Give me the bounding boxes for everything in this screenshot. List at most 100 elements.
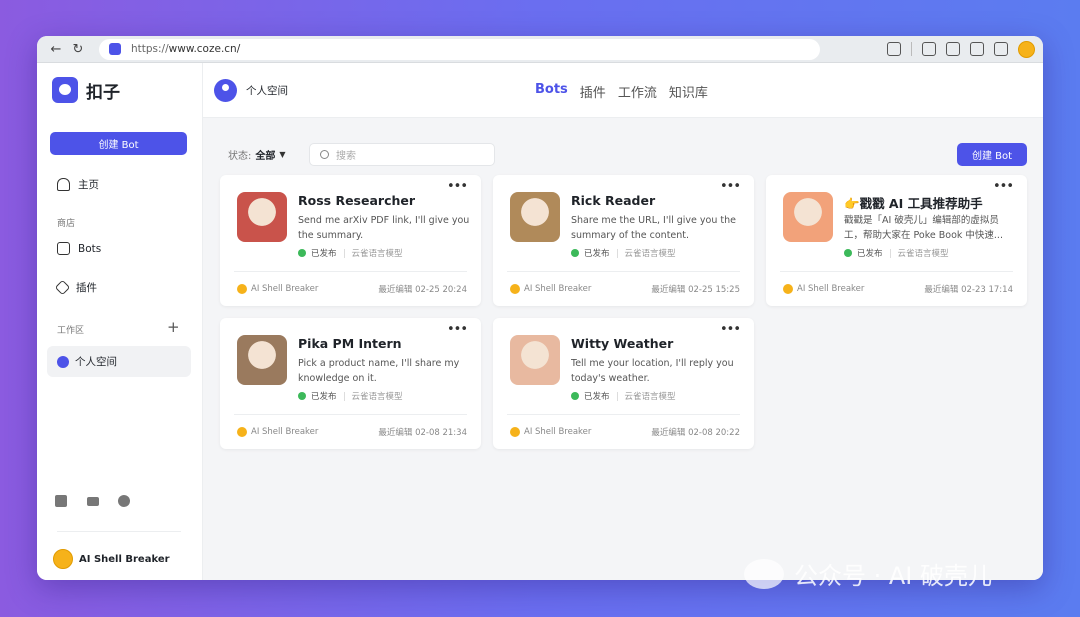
bot-avatar	[237, 335, 287, 385]
home-icon	[57, 178, 70, 191]
tab-plugins[interactable]: 插件	[580, 82, 606, 101]
status-filter-value: 全部	[255, 151, 276, 162]
meta-separator	[616, 391, 618, 401]
published-check-icon	[571, 249, 579, 257]
card-divider	[234, 414, 467, 415]
user-avatar-icon	[214, 79, 237, 102]
bot-card[interactable]: ••• Witty Weather Tell me your location, I…	[493, 318, 754, 449]
avatar	[53, 549, 73, 569]
author-avatar	[237, 284, 247, 294]
more-options-icon[interactable]: •••	[447, 179, 468, 194]
document-icon[interactable]	[55, 495, 67, 507]
reload-icon[interactable]: ↻	[67, 39, 89, 59]
card-author: AI Shell Breaker	[510, 426, 591, 438]
sidebar-item-label: 插件	[76, 282, 97, 294]
collections-icon[interactable]	[970, 42, 984, 56]
watermark-text: 公众号 · AI 破壳儿	[794, 562, 993, 590]
extensions-icon[interactable]	[887, 42, 901, 56]
card-author: AI Shell Breaker	[510, 283, 591, 295]
bot-meta: 已发布 云雀语言模型	[298, 247, 403, 259]
search-input[interactable]: 搜索	[309, 143, 495, 166]
sidebar: 扣子 创建 Bot 主页 商店 Bots 插件 工作区 + 个人空间 AI Sh…	[37, 63, 203, 580]
user-profile[interactable]: AI Shell Breaker	[53, 549, 170, 569]
bot-name: 👉戳戳 AI 工具推荐助手	[844, 196, 983, 211]
status-filter[interactable]: 状态: 全部 ▼	[228, 147, 286, 162]
add-workspace-icon[interactable]: +	[167, 318, 180, 336]
bot-avatar	[510, 192, 560, 242]
bot-description: Send me arXiv PDF link, I'll give you th…	[298, 215, 470, 241]
author-avatar	[510, 284, 520, 294]
bot-meta: 已发布 云雀语言模型	[571, 247, 676, 259]
browser-chrome: ← ↻ https://www.coze.cn/	[37, 36, 1043, 63]
top-bar: 个人空间 Bots 插件 工作流 知识库	[203, 63, 1043, 118]
more-options-icon[interactable]: •••	[993, 179, 1014, 194]
store-section-label: 商店	[57, 219, 76, 229]
app: 扣子 创建 Bot 主页 商店 Bots 插件 工作区 + 个人空间 AI Sh…	[37, 63, 1043, 580]
sidebar-item-bots[interactable]: Bots	[57, 242, 101, 255]
create-bot-button-main[interactable]: 创建 Bot	[957, 143, 1027, 166]
toolbar-separator	[911, 42, 912, 56]
bot-card[interactable]: ••• Ross Researcher Send me arXiv PDF link…	[220, 175, 481, 306]
logo[interactable]: 扣子	[52, 77, 120, 103]
create-bot-button[interactable]: 创建 Bot	[50, 132, 187, 155]
favorites-icon[interactable]	[946, 42, 960, 56]
author-name: AI Shell Breaker	[251, 427, 319, 437]
sidebar-item-home[interactable]: 主页	[57, 177, 99, 192]
health-icon[interactable]	[994, 42, 1008, 56]
tab-knowledge[interactable]: 知识库	[669, 82, 708, 101]
card-divider	[780, 271, 1013, 272]
last-edited: 最近编辑 02-08 20:22	[651, 428, 740, 438]
publish-status: 已发布	[584, 392, 610, 402]
published-check-icon	[571, 392, 579, 400]
card-divider	[507, 271, 740, 272]
card-footer: AI Shell Breaker 最近编辑 02-25 15:25	[510, 283, 740, 295]
bot-card[interactable]: ••• Rick Reader Share me the URL, I'll giv…	[493, 175, 754, 306]
more-options-icon[interactable]: •••	[447, 322, 468, 337]
bot-meta: 已发布 云雀语言模型	[571, 390, 676, 402]
meta-separator	[343, 391, 345, 401]
workspace-switcher[interactable]: 个人空间	[214, 79, 288, 102]
more-options-icon[interactable]: •••	[720, 322, 741, 337]
bot-card[interactable]: ••• 👉戳戳 AI 工具推荐助手 戳戳是「AI 破壳儿」编辑部的虚拟员工，帮助大家…	[766, 175, 1027, 306]
bot-icon	[57, 242, 70, 255]
author-name: AI Shell Breaker	[251, 284, 319, 294]
card-footer: AI Shell Breaker 最近编辑 02-08 21:34	[237, 426, 467, 438]
wechat-icon[interactable]	[118, 495, 130, 507]
published-check-icon	[298, 249, 306, 257]
sidebar-item-plugins[interactable]: 插件	[54, 279, 97, 296]
published-check-icon	[844, 249, 852, 257]
author-name: AI Shell Breaker	[797, 284, 865, 294]
card-author: AI Shell Breaker	[783, 283, 864, 295]
bot-name: Rick Reader	[571, 193, 656, 208]
bot-card[interactable]: ••• Pika PM Intern Pick a product name, I'…	[220, 318, 481, 449]
user-name: AI Shell Breaker	[79, 553, 170, 565]
workspace-name: 个人空间	[246, 85, 288, 97]
profile-avatar[interactable]	[1018, 40, 1035, 58]
user-icon	[57, 355, 69, 368]
author-name: AI Shell Breaker	[524, 284, 592, 294]
model-name: 云雀语言模型	[624, 249, 676, 259]
tab-bots[interactable]: Bots	[535, 82, 568, 101]
last-edited: 最近编辑 02-25 20:24	[378, 285, 467, 295]
cube-icon	[54, 279, 71, 296]
address-bar[interactable]: https://www.coze.cn/	[99, 38, 820, 60]
author-avatar	[783, 284, 793, 294]
sidebar-divider	[57, 531, 181, 532]
card-divider	[507, 414, 740, 415]
coze-logo-icon	[52, 77, 78, 103]
url-protocol: https://	[131, 43, 169, 55]
back-icon[interactable]: ←	[45, 39, 67, 59]
model-name: 云雀语言模型	[624, 392, 676, 402]
sidebar-item-personal-space[interactable]: 个人空间	[47, 346, 191, 377]
bot-avatar	[237, 192, 287, 242]
model-name: 云雀语言模型	[897, 249, 949, 259]
card-footer: AI Shell Breaker 最近编辑 02-08 20:22	[510, 426, 740, 438]
model-name: 云雀语言模型	[351, 249, 403, 259]
bot-name: Pika PM Intern	[298, 336, 402, 351]
mail-icon[interactable]	[87, 497, 99, 506]
tab-workflow[interactable]: 工作流	[618, 82, 657, 101]
more-options-icon[interactable]: •••	[720, 179, 741, 194]
card-author: AI Shell Breaker	[237, 426, 318, 438]
workspace-section-label: 工作区	[57, 326, 85, 336]
split-view-icon[interactable]	[922, 42, 936, 56]
